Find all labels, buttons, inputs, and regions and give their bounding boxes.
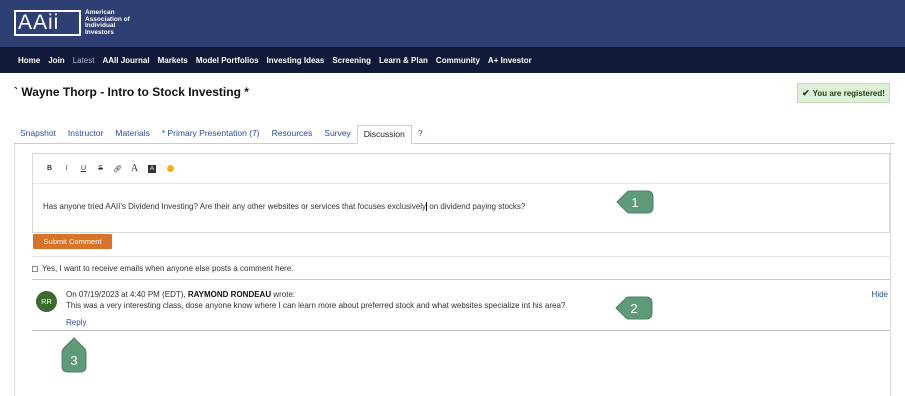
link-icon[interactable]: 🔗︎ <box>109 165 126 173</box>
nav-home[interactable]: Home <box>18 56 40 65</box>
tab-discussion[interactable]: Discussion <box>356 125 412 144</box>
logo-text: American Association of Individual Inves… <box>85 9 145 36</box>
callout-number: 1 <box>631 194 639 210</box>
nav-markets[interactable]: Markets <box>158 56 188 65</box>
logo-line: Investors <box>85 28 114 36</box>
avatar: RR <box>36 291 57 312</box>
logo-mark: AAii <box>14 10 81 36</box>
hide-link[interactable]: Hide <box>872 290 888 299</box>
nav-a-plus-investor[interactable]: A+ Investor <box>488 56 532 65</box>
comment-text-before: Has anyone tried AAII's Dividend Investi… <box>43 202 427 211</box>
comment-date: On 07/19/2023 at 4:40 PM (EDT), <box>66 290 188 299</box>
underline-button[interactable]: U <box>75 165 92 172</box>
comment-input[interactable]: Has anyone tried AAII's Dividend Investi… <box>43 202 526 212</box>
italic-button[interactable]: I <box>58 165 75 172</box>
reply-link[interactable]: Reply <box>66 318 86 327</box>
nav-community[interactable]: Community <box>436 56 480 65</box>
nav-model-portfolios[interactable]: Model Portfolios <box>196 56 259 65</box>
submit-comment-button[interactable]: Submit Comment <box>33 234 112 249</box>
callout-2: 2 <box>614 295 654 321</box>
callout-3: 3 <box>60 336 88 374</box>
email-notify-checkbox[interactable] <box>32 265 38 272</box>
aaii-logo[interactable]: AAii American Association of Individual … <box>14 9 145 37</box>
registered-label: You are registered! <box>812 88 885 98</box>
editor-toolbar: B I U S 🔗︎ A A <box>33 154 889 184</box>
comment-wrote: wrote: <box>271 290 296 299</box>
callout-number: 3 <box>70 352 78 368</box>
font-color-button[interactable]: A <box>126 163 143 174</box>
nav-screening[interactable]: Screening <box>332 56 371 65</box>
divider <box>32 256 890 257</box>
emoji-icon[interactable] <box>167 165 174 172</box>
tab-help[interactable]: ? <box>412 128 429 143</box>
nav-investing-ideas[interactable]: Investing Ideas <box>267 56 325 65</box>
bold-button[interactable]: B <box>41 165 58 172</box>
comment-editor[interactable]: B I U S 🔗︎ A A Has anyone tried AAII's D… <box>32 153 890 233</box>
nav-aaii-journal[interactable]: AAII Journal <box>102 56 149 65</box>
course-tabs: Snapshot Instructor Materials * Primary … <box>14 125 895 144</box>
divider <box>32 279 890 280</box>
comment-meta: On 07/19/2023 at 4:40 PM (EDT), RAYMOND … <box>66 290 295 299</box>
callout-1: 1 <box>615 189 655 215</box>
comment-body: This was a very interesting class, dose … <box>66 301 566 310</box>
main-nav: Home Join Latest AAII Journal Markets Mo… <box>0 47 905 73</box>
nav-learn-plan[interactable]: Learn & Plan <box>379 56 428 65</box>
strikethrough-button[interactable]: S <box>92 165 109 172</box>
tab-snapshot[interactable]: Snapshot <box>14 128 62 143</box>
discussion-panel: B I U S 🔗︎ A A Has anyone tried AAII's D… <box>14 145 891 396</box>
site-header: AAii American Association of Individual … <box>0 0 905 47</box>
clear-format-icon[interactable]: A <box>148 164 156 173</box>
checkmark-icon: ✔ <box>802 87 810 98</box>
page-title: ` Wayne Thorp - Intro to Stock Investing… <box>14 85 249 99</box>
comment-author: RAYMOND RONDEAU <box>187 290 272 299</box>
nav-latest[interactable]: Latest <box>73 56 95 65</box>
email-notify-label: Yes, I want to receive emails when anyon… <box>42 264 294 273</box>
tab-instructor[interactable]: Instructor <box>62 128 109 143</box>
tab-primary-presentation[interactable]: * Primary Presentation (7) <box>156 128 266 143</box>
divider <box>32 330 890 331</box>
registered-badge: ✔ You are registered! <box>797 83 890 103</box>
tab-resources[interactable]: Resources <box>266 128 319 143</box>
nav-join[interactable]: Join <box>48 56 64 65</box>
tab-survey[interactable]: Survey <box>318 128 356 143</box>
tab-materials[interactable]: Materials <box>109 128 155 143</box>
callout-number: 2 <box>630 300 638 316</box>
comment-text-after: on dividend paying stocks? <box>427 202 526 211</box>
email-notify-option[interactable]: Yes, I want to receive emails when anyon… <box>32 264 293 273</box>
comment-item: RR On 07/19/2023 at 4:40 PM (EDT), RAYMO… <box>32 285 890 331</box>
